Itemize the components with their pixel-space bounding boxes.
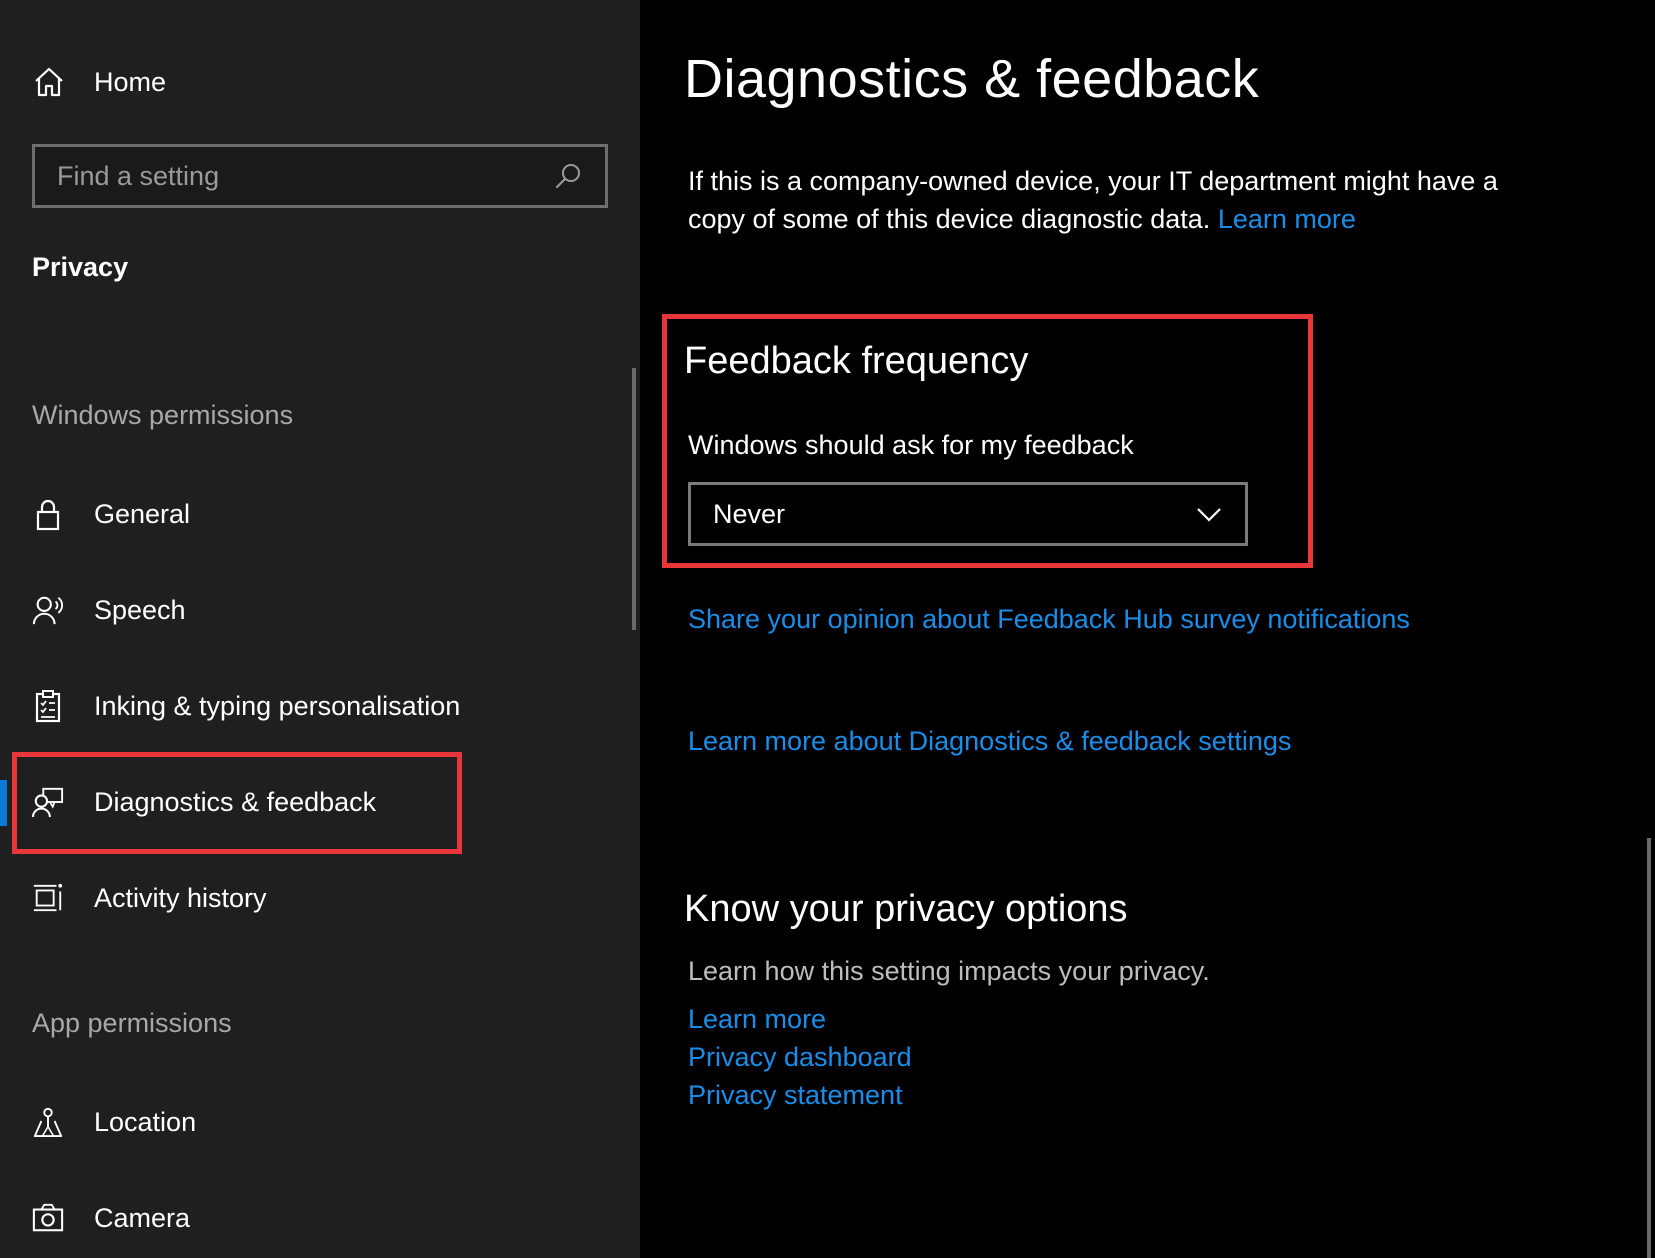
lock-icon — [36, 499, 60, 531]
group-header-app-permissions: App permissions — [32, 1008, 232, 1038]
sidebar-scrollbar[interactable] — [632, 368, 636, 630]
activity-history-icon — [33, 883, 63, 912]
home-label: Home — [94, 66, 167, 97]
privacy-learn-more-link[interactable]: Learn more — [688, 1004, 826, 1035]
search-box[interactable] — [32, 144, 608, 208]
chevron-down-icon — [1197, 508, 1221, 522]
sidebar: Home Privacy Windows permissions General… — [0, 0, 640, 1258]
intro-text: If this is a company-owned device, your … — [688, 166, 1498, 234]
sidebar-item-label: Location — [94, 1106, 197, 1137]
intro-paragraph: If this is a company-owned device, your … — [688, 162, 1548, 238]
sidebar-item-label: Diagnostics & feedback — [94, 786, 377, 817]
feedback-frequency-dropdown[interactable]: Never — [688, 482, 1248, 546]
learn-more-settings-link[interactable]: Learn more about Diagnostics & feedback … — [688, 726, 1291, 757]
sidebar-item-activity-history[interactable]: Activity history — [0, 858, 620, 938]
main-scrollbar[interactable] — [1647, 838, 1651, 1258]
speech-icon — [32, 596, 63, 625]
sidebar-item-general[interactable]: General — [0, 474, 620, 554]
page-title: Diagnostics & feedback — [684, 49, 1260, 109]
sidebar-item-label: Speech — [94, 594, 186, 625]
dropdown-value: Never — [713, 498, 786, 529]
selected-indicator — [0, 780, 7, 826]
group-header-windows-permissions: Windows permissions — [32, 400, 294, 430]
feedback-frequency-label: Windows should ask for my feedback — [688, 430, 1134, 460]
privacy-options-description: Learn how this setting impacts your priv… — [688, 956, 1210, 986]
sidebar-item-label: Inking & typing personalisation — [94, 690, 461, 721]
home-button[interactable]: Home — [32, 60, 166, 104]
sidebar-item-camera[interactable]: Camera — [0, 1178, 620, 1258]
intro-learn-more-link[interactable]: Learn more — [1218, 204, 1356, 234]
sidebar-item-label: Camera — [94, 1202, 191, 1233]
share-opinion-link[interactable]: Share your opinion about Feedback Hub su… — [688, 604, 1410, 635]
main-content: Diagnostics & feedback If this is a comp… — [640, 0, 1655, 1258]
feedback-icon — [32, 787, 64, 818]
sidebar-item-label: Activity history — [94, 882, 267, 913]
clipboard-icon — [35, 690, 61, 723]
search-icon[interactable] — [553, 161, 583, 191]
sidebar-item-inking-typing[interactable]: Inking & typing personalisation — [0, 666, 620, 746]
search-input[interactable] — [57, 160, 553, 192]
sidebar-item-diagnostics-feedback[interactable]: Diagnostics & feedback — [0, 762, 620, 842]
home-icon — [35, 67, 63, 97]
sidebar-item-location[interactable]: Location — [0, 1082, 620, 1162]
sidebar-item-label: General — [94, 498, 191, 529]
feedback-frequency-title: Feedback frequency — [684, 340, 1029, 382]
privacy-statement-link[interactable]: Privacy statement — [688, 1080, 903, 1111]
privacy-dashboard-link[interactable]: Privacy dashboard — [688, 1042, 912, 1073]
location-icon — [33, 1107, 63, 1138]
camera-icon — [32, 1203, 64, 1232]
privacy-options-title: Know your privacy options — [684, 888, 1128, 930]
sidebar-item-speech[interactable]: Speech — [0, 570, 620, 650]
section-title: Privacy — [32, 252, 129, 282]
